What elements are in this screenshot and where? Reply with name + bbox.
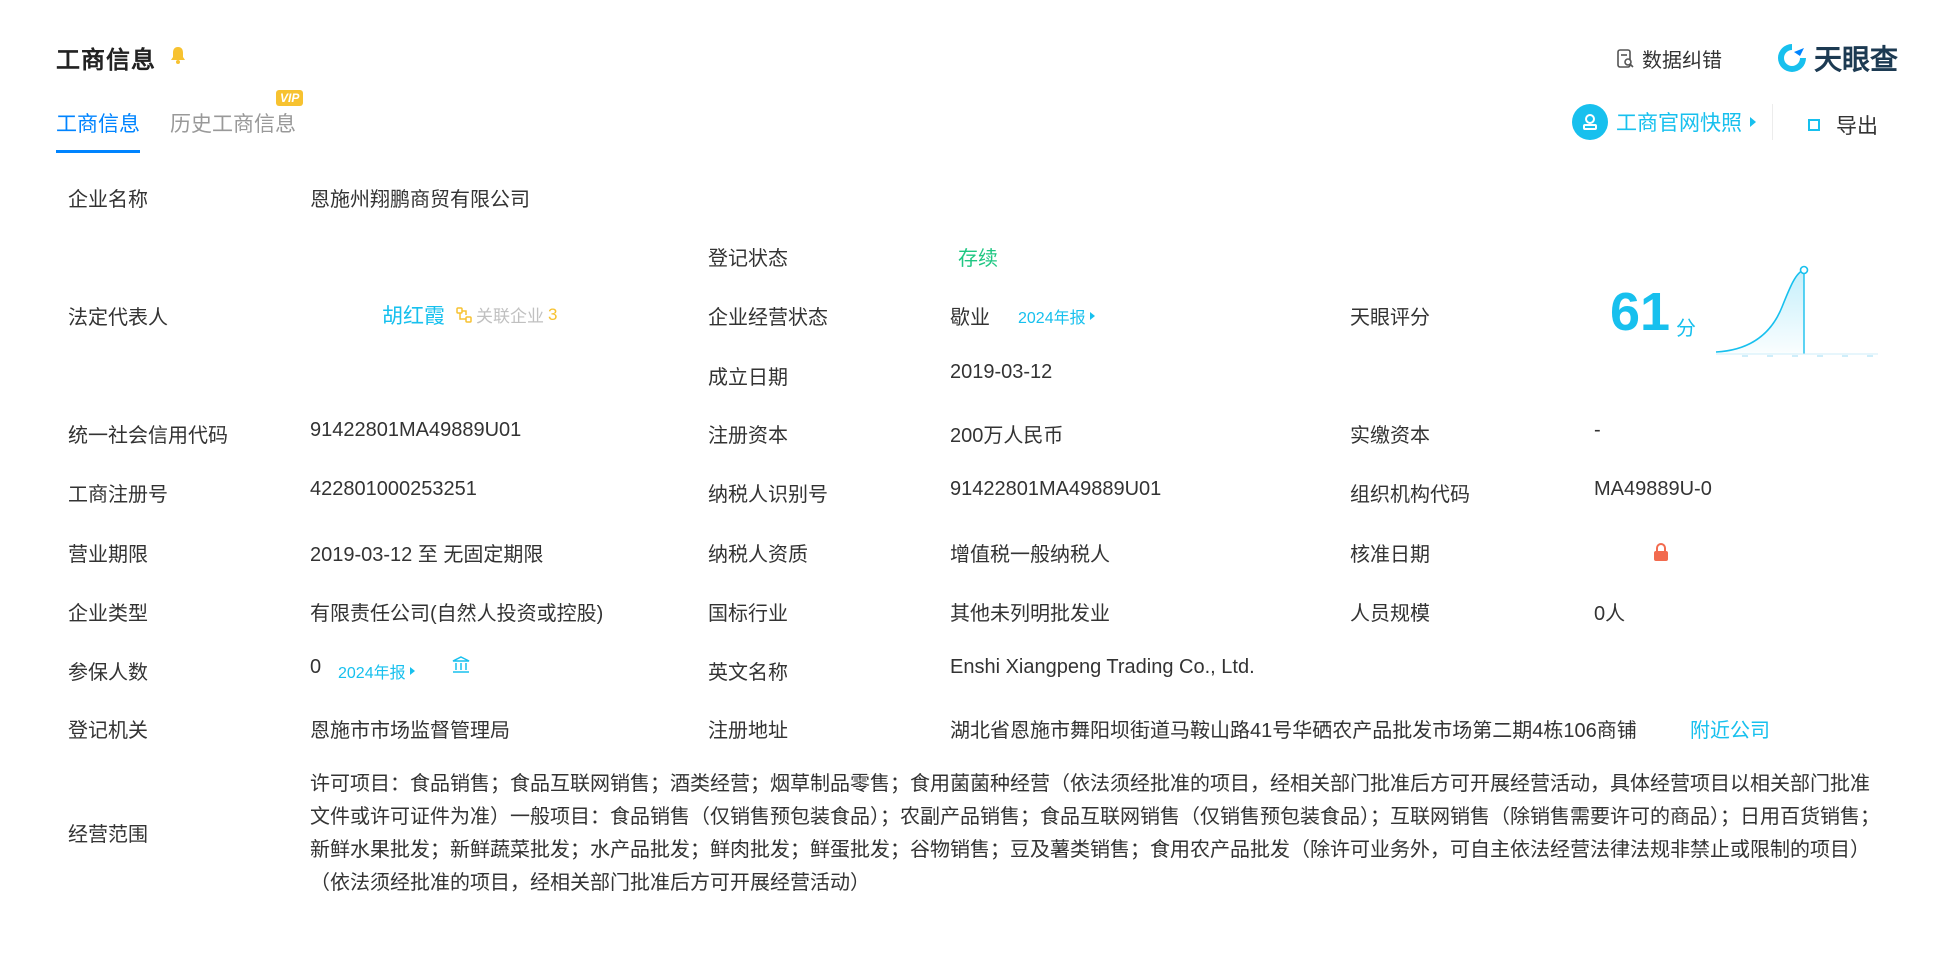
lock-icon[interactable] xyxy=(1652,542,1670,562)
chevron-right-icon xyxy=(1089,312,1095,320)
related-company-icon xyxy=(456,306,472,323)
value-scope: 许可项目：食品销售；食品互联网销售；酒类经营；烟草制品零售；食用菌菌种经营（依法… xyxy=(310,773,1880,894)
label-op-status: 企业经营状态 xyxy=(708,307,828,329)
label-approval-date: 核准日期 xyxy=(1350,544,1430,566)
value-term: 2019-03-12 至 无固定期限 xyxy=(310,544,544,566)
label-taxpayer-type: 纳税人资质 xyxy=(708,544,808,566)
label-reg-capital: 注册资本 xyxy=(708,425,788,447)
value-founded: 2019-03-12 xyxy=(950,361,1053,383)
label-paid-capital: 实缴资本 xyxy=(1350,425,1430,447)
section-title: 工商信息 xyxy=(56,47,156,74)
value-paid-capital: - xyxy=(1594,419,1601,441)
label-legal-rep: 法定代表人 xyxy=(68,307,168,329)
value-staff-size: 0人 xyxy=(1594,603,1626,625)
chevron-right-icon xyxy=(1750,117,1756,127)
op-status-report-label: 2024年报 xyxy=(1018,310,1086,327)
related-company-label: 关联企业 xyxy=(476,307,544,326)
value-insured: 0 xyxy=(310,656,322,678)
value-address: 湖北省恩施市舞阳坝街道马鞍山路41号华硒农产品批发市场第二期4栋106商铺 xyxy=(950,720,1637,742)
rating-unit: 分 xyxy=(1676,318,1696,340)
label-scope: 经营范围 xyxy=(68,824,148,846)
label-staff-size: 人员规模 xyxy=(1350,603,1430,625)
social-security-icon[interactable] xyxy=(452,656,470,674)
data-correction-label: 数据纠错 xyxy=(1642,50,1722,72)
label-rating: 天眼评分 xyxy=(1350,307,1430,329)
data-correction-link[interactable]: 数据纠错 xyxy=(1616,44,1722,73)
chevron-right-icon xyxy=(409,667,415,675)
tab-history-business-info[interactable]: 历史工商信息 xyxy=(170,108,296,138)
legal-rep-link[interactable]: 胡红霞 xyxy=(382,300,445,330)
label-reg-number: 工商注册号 xyxy=(68,484,168,506)
value-company-type: 有限责任公司(自然人投资或控股) xyxy=(310,603,604,625)
snapshot-icon xyxy=(1572,104,1608,140)
label-authority: 登记机关 xyxy=(68,720,148,742)
label-english-name: 英文名称 xyxy=(708,662,788,684)
related-company-link[interactable]: 关联企业 3 xyxy=(456,302,557,327)
business-info-panel: 工商信息 数据纠错 天眼查 工商信息 历史工商信息 VIP 工商官网快照 导出 … xyxy=(0,0,1938,956)
insured-report-label: 2024年报 xyxy=(338,665,406,682)
label-address: 注册地址 xyxy=(708,720,788,742)
snapshot-label: 工商官网快照 xyxy=(1616,112,1742,135)
value-english-name: Enshi Xiangpeng Trading Co., Ltd. xyxy=(950,656,1255,678)
value-taxpayer-type: 增值税一般纳税人 xyxy=(950,544,1110,566)
logo-text: 天眼查 xyxy=(1814,44,1899,75)
label-founded: 成立日期 xyxy=(708,367,788,389)
related-company-count: 3 xyxy=(548,304,558,324)
export-icon xyxy=(1808,119,1820,131)
value-authority: 恩施市市场监督管理局 xyxy=(310,720,510,742)
op-status-report-link[interactable]: 2024年报 xyxy=(1018,304,1095,328)
label-credit-code: 统一社会信用代码 xyxy=(68,425,228,447)
value-industry: 其他未列明批发业 xyxy=(950,603,1110,625)
value-taxpayer-id: 91422801MA49889U01 xyxy=(950,478,1162,500)
vip-badge: VIP xyxy=(276,90,304,106)
label-insured: 参保人数 xyxy=(68,662,148,684)
value-credit-code: 91422801MA49889U01 xyxy=(310,419,522,441)
label-company-type: 企业类型 xyxy=(68,603,148,625)
label-taxpayer-id: 纳税人识别号 xyxy=(708,484,828,506)
rating-curve-chart[interactable] xyxy=(1712,262,1882,362)
value-company-name: 恩施州翔鹏商贸有限公司 xyxy=(310,189,530,211)
tianyancha-logo[interactable]: 天眼查 xyxy=(1776,38,1898,78)
official-snapshot-button[interactable]: 工商官网快照 xyxy=(1572,104,1773,140)
value-reg-capital: 200万人民币 xyxy=(950,425,1064,447)
bell-icon[interactable] xyxy=(170,46,186,64)
value-op-status: 歇业 xyxy=(950,307,990,329)
export-button[interactable]: 导出 xyxy=(1808,110,1878,140)
value-reg-number: 422801000253251 xyxy=(310,478,477,500)
insured-report-link[interactable]: 2024年报 xyxy=(338,659,415,683)
label-reg-status: 登记状态 xyxy=(708,248,788,270)
label-org-code: 组织机构代码 xyxy=(1350,484,1470,506)
export-label: 导出 xyxy=(1836,115,1878,138)
label-industry: 国标行业 xyxy=(708,603,788,625)
rating-score[interactable]: 61 xyxy=(1610,282,1670,342)
report-icon xyxy=(1617,48,1634,68)
tianyancha-logo-icon xyxy=(1778,44,1806,72)
label-company-name: 企业名称 xyxy=(68,189,148,211)
value-org-code: MA49889U-0 xyxy=(1594,478,1712,500)
label-term: 营业期限 xyxy=(68,544,148,566)
tab-business-info[interactable]: 工商信息 xyxy=(56,108,140,153)
value-reg-status: 存续 xyxy=(958,248,998,270)
nearby-company-link[interactable]: 附近公司 xyxy=(1690,714,1770,743)
